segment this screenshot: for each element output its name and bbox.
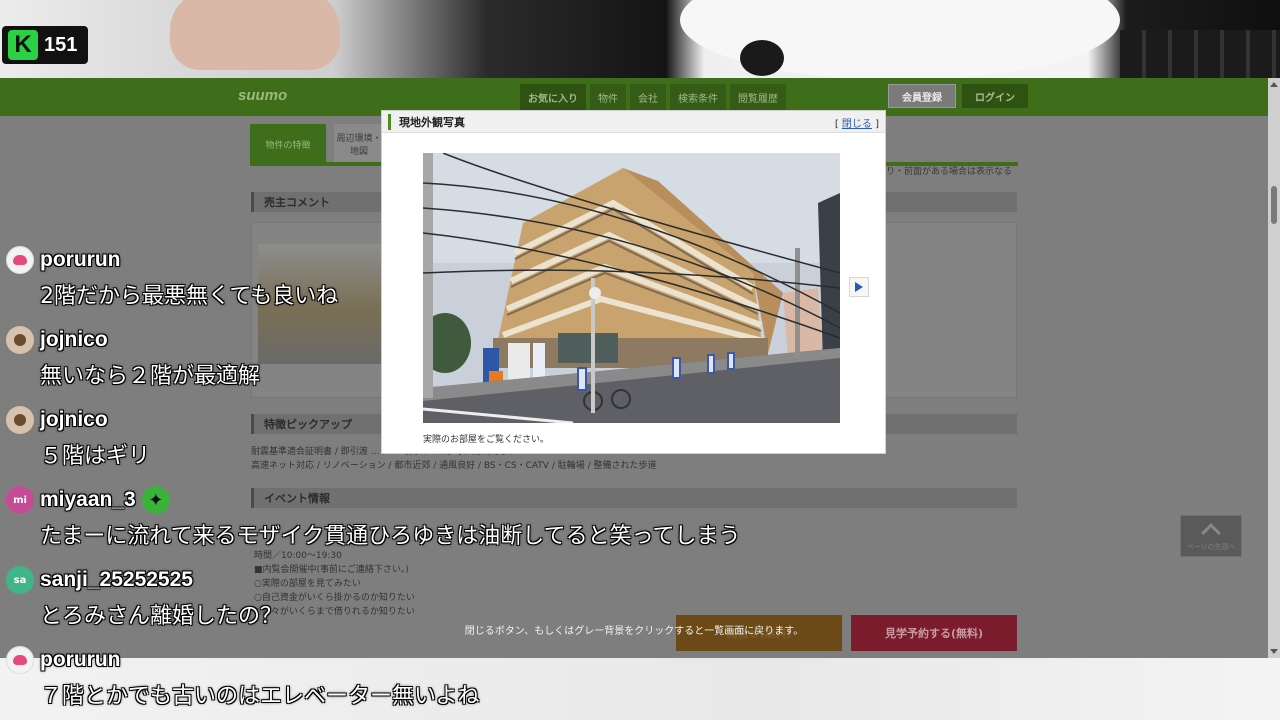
scroll-up-arrow-icon[interactable] bbox=[1270, 82, 1278, 87]
next-photo-button[interactable] bbox=[849, 277, 869, 297]
chat-text: 2階だから最悪無くても良いね bbox=[40, 284, 339, 309]
chat-username: jojnico bbox=[40, 328, 108, 351]
event-line: ○実際の部屋を見てみたい bbox=[254, 579, 361, 589]
tab-note: り・前面がある場合は表示なる bbox=[886, 167, 1013, 177]
section-event-info: イベント情報 bbox=[251, 488, 1017, 508]
modal-title: 現地外観写真 bbox=[388, 114, 465, 130]
event-line: ■内覧会開催中(事前にご連絡下さい。) bbox=[254, 565, 409, 575]
photo-modal: 現地外観写真 [ 閉じる ] 実際のお部屋をご覧ください。 bbox=[381, 110, 886, 454]
close-link[interactable]: 閉じる bbox=[842, 119, 872, 130]
chat-text: たまーに流れて来るモザイク貫通ひろゆきは油断してると笑ってしまう bbox=[40, 524, 741, 549]
header-nav: お気に入り 物件 会社 検索条件 閲覧履歴 bbox=[520, 84, 786, 110]
chat-text: とろみさん離婚したの？ bbox=[40, 604, 283, 629]
register-button[interactable]: 会員登録 bbox=[888, 84, 956, 108]
chevron-up-icon bbox=[1201, 523, 1221, 543]
kick-logo-icon: K bbox=[8, 30, 38, 60]
chat-username: miyaan_3 bbox=[40, 488, 136, 511]
suumo-logo[interactable]: suumo bbox=[238, 87, 287, 104]
chat-username: porurun bbox=[40, 648, 121, 671]
avatar bbox=[6, 406, 34, 434]
avatar bbox=[6, 646, 34, 674]
webcam-top-strip bbox=[0, 0, 1280, 78]
chat-username: porurun bbox=[40, 248, 121, 271]
login-button[interactable]: ログイン bbox=[962, 84, 1028, 108]
scroll-down-arrow-icon[interactable] bbox=[1270, 649, 1278, 654]
chat-user: porurun bbox=[6, 646, 120, 674]
modal-close[interactable]: [ 閉じる ] bbox=[835, 115, 879, 130]
nav-history[interactable]: 閲覧履歴 bbox=[730, 84, 786, 110]
chat-user: jojnico bbox=[6, 406, 108, 434]
building-photo-svg bbox=[423, 153, 840, 423]
bracket: [ bbox=[834, 119, 839, 130]
features-line-2: 高速ネット対応 / リノベーション / 都市近郊 / 通風良好 / BS・CS・… bbox=[251, 461, 657, 471]
nav-properties[interactable]: 物件 bbox=[590, 84, 626, 110]
streamer-hand bbox=[170, 0, 340, 70]
chat-user: sa sanji_25252525 bbox=[6, 566, 193, 594]
viewer-count: 151 bbox=[44, 33, 78, 56]
bracket: ] bbox=[875, 119, 879, 130]
page-top-label: ページの先頭へ bbox=[1186, 543, 1236, 551]
viewer-count-badge: K 151 bbox=[2, 26, 88, 64]
building-exterior-photo bbox=[423, 153, 840, 423]
scroll-thumb[interactable] bbox=[1271, 186, 1277, 224]
chat-text: 無いなら２階が最適解 bbox=[40, 364, 261, 389]
nav-companies[interactable]: 会社 bbox=[630, 84, 666, 110]
vertical-scrollbar[interactable] bbox=[1268, 78, 1280, 658]
page-top-button[interactable]: ページの先頭へ bbox=[1180, 515, 1242, 557]
nav-search-conditions[interactable]: 検索条件 bbox=[670, 84, 726, 110]
modal-header: 現地外観写真 [ 閉じる ] bbox=[382, 111, 885, 133]
keyboard bbox=[1120, 30, 1280, 78]
chat-user: porurun bbox=[6, 246, 120, 274]
photo-caption: 実際のお部屋をご覧ください。 bbox=[423, 435, 550, 445]
play-right-icon bbox=[855, 282, 863, 292]
avatar bbox=[6, 326, 34, 354]
sparkle-badge-icon: ✦ bbox=[141, 486, 170, 514]
chat-username: sanji_25252525 bbox=[40, 568, 193, 591]
chat-text: ５階はギリ bbox=[40, 444, 151, 469]
chat-user: jojnico bbox=[6, 326, 108, 354]
chat-user: mi miyaan_3 ✦ bbox=[6, 486, 170, 514]
chat-username: jojnico bbox=[40, 408, 108, 431]
avatar: sa bbox=[6, 566, 34, 594]
avatar bbox=[6, 246, 34, 274]
plush-eye bbox=[740, 40, 784, 76]
tab-features[interactable]: 物件の特徴 bbox=[250, 124, 326, 164]
tab-surroundings[interactable]: 周辺環境・地図 bbox=[334, 124, 384, 164]
chat-text: ７階とかでも古いのはエレベーター無いよね bbox=[40, 684, 480, 709]
nav-favorites[interactable]: お気に入り bbox=[520, 84, 586, 110]
avatar: mi bbox=[6, 486, 34, 514]
